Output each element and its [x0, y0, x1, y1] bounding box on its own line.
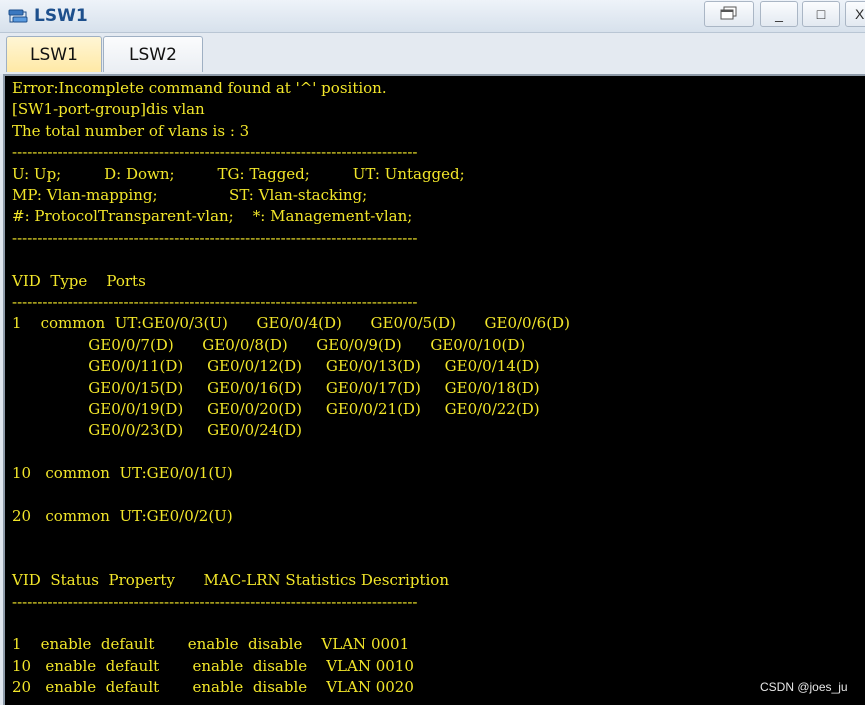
minimize-icon: _ — [775, 6, 783, 22]
close-button[interactable]: X — [845, 1, 865, 27]
switch-icon — [8, 7, 28, 25]
tab-strip: LSW1 LSW2 — [0, 33, 865, 74]
terminal-output[interactable]: Error:Incomplete command found at '^' po… — [3, 74, 865, 705]
terminal-line: ----------------------------------------… — [12, 228, 418, 247]
terminal-line: 20 common UT:GE0/0/2(U) — [12, 507, 233, 525]
terminal-line: U: Up; D: Down; TG: Tagged; UT: Untagged… — [12, 164, 465, 183]
terminal-line: [SW1-port-group]dis vlan — [12, 100, 205, 119]
terminal-line: 20 enable default enable disable VLAN 00… — [12, 678, 414, 697]
maximize-button[interactable]: □ — [802, 1, 840, 27]
terminal-line: ----------------------------------------… — [12, 143, 418, 162]
terminal-line: 10 enable default enable disable VLAN 00… — [12, 656, 414, 675]
terminal-line: VID Status Property MAC-LRN Statistics D… — [12, 571, 449, 590]
terminal-line: VID Type Ports — [12, 271, 146, 290]
maximize-icon: □ — [816, 6, 826, 22]
terminal-line: 10 common UT:GE0/0/1(U) — [12, 464, 233, 483]
terminal-line: ----------------------------------------… — [12, 293, 418, 311]
terminal-line: MP: Vlan-mapping; ST: Vlan-stacking; — [12, 186, 368, 204]
terminal-line: ----------------------------------------… — [12, 592, 418, 611]
terminal-line: GE0/0/23(D) GE0/0/24(D) — [12, 421, 303, 440]
close-icon: X — [855, 6, 865, 22]
terminal-line: The total number of vlans is : 3 — [12, 121, 250, 140]
terminal-line: Error:Incomplete command found at '^' po… — [12, 79, 387, 97]
terminal-line: 1 common UT:GE0/0/3(U) GE0/0/4(D) GE0/0/… — [12, 314, 570, 333]
tab-lsw1[interactable]: LSW1 — [6, 36, 102, 72]
window-title: LSW1 — [34, 6, 88, 26]
terminal-line: GE0/0/19(D) GE0/0/20(D) GE0/0/21(D) GE0/… — [12, 400, 540, 418]
restore-button[interactable] — [704, 1, 754, 27]
minimize-button[interactable]: _ — [760, 1, 798, 27]
window-title-bar: LSW1 _ □ X — [0, 0, 865, 33]
terminal-line: GE0/0/7(D) GE0/0/8(D) GE0/0/9(D) GE0/0/1… — [12, 335, 526, 354]
terminal-line: #: ProtocolTransparent-vlan; *: Manageme… — [12, 207, 413, 226]
restore-icon — [720, 6, 738, 23]
terminal-line: GE0/0/15(D) GE0/0/16(D) GE0/0/17(D) GE0/… — [12, 378, 540, 397]
terminal-line: GE0/0/11(D) GE0/0/12(D) GE0/0/13(D) GE0/… — [12, 357, 540, 376]
terminal-line: 1 enable default enable disable VLAN 000… — [12, 635, 410, 654]
tab-lsw2[interactable]: LSW2 — [103, 36, 203, 72]
watermark: CSDN @joes_ju — [760, 680, 848, 694]
